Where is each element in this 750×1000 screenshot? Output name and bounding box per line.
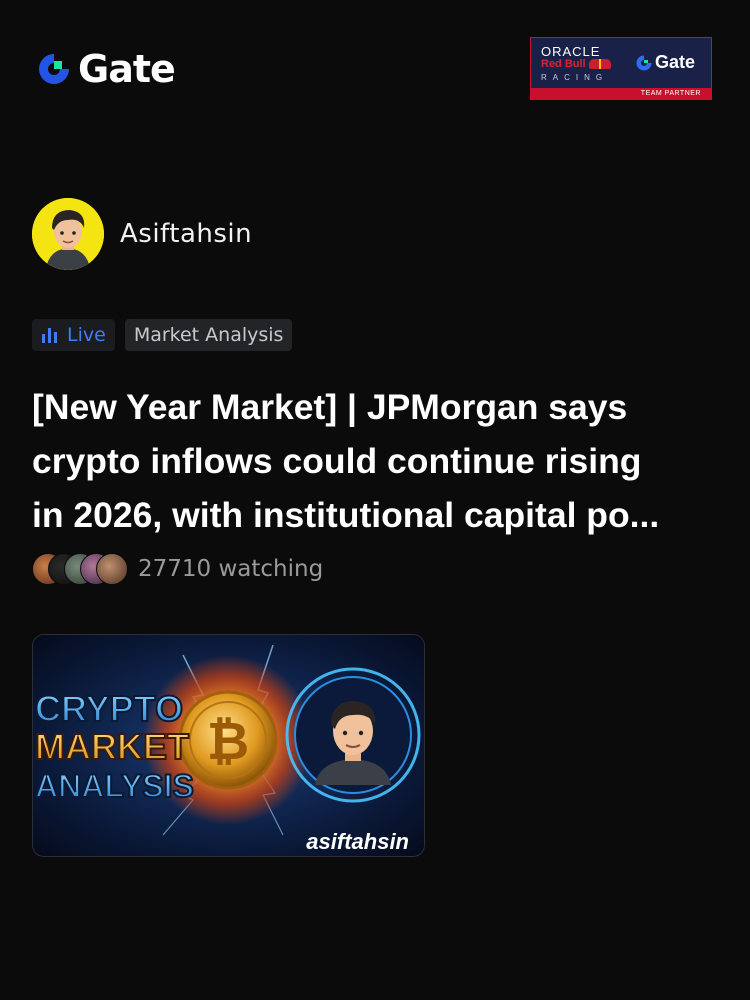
live-bars-icon (42, 328, 57, 343)
post-tags: Live Market Analysis (32, 319, 293, 351)
author-name[interactable]: Asiftahsin (120, 219, 252, 249)
thumb-handle: asiftahsin (306, 829, 409, 854)
live-label: Live (67, 324, 106, 346)
author-row[interactable]: Asiftahsin (32, 198, 252, 270)
headline-line: crypto inflows could continue rising (32, 441, 642, 481)
redbull-icon (588, 59, 611, 69)
gate-logo[interactable]: Gate (36, 47, 176, 91)
viewer-avatar (96, 553, 128, 585)
author-avatar[interactable] (32, 198, 104, 270)
thumb-title-line: MARKET (35, 726, 189, 767)
thumb-title-line: CRYPTO (35, 688, 183, 729)
viewer-avatar-stack (32, 553, 128, 585)
category-tag[interactable]: Market Analysis (124, 319, 293, 351)
stream-thumbnail[interactable]: ₿ CRYPTO MARKET ANALYSIS asiftahsin (32, 634, 425, 857)
thumb-title-line: ANALYSIS (35, 768, 194, 804)
watching-count: 27710 watching (138, 556, 324, 582)
partner-racing-text: RACING (541, 73, 609, 82)
partner-gate-text: Gate (655, 52, 696, 72)
team-partner-badge[interactable]: ORACLE Red Bull RACING Gate TEAM PARTNER (530, 37, 712, 100)
gate-logo-icon (36, 51, 72, 87)
brand-name: Gate (78, 47, 176, 91)
headline-line: [New Year Market] | JPMorgan says (32, 387, 628, 427)
watching-row: 27710 watching (32, 553, 323, 585)
gate-small-icon (636, 55, 652, 70)
partner-gate-logo: Gate (635, 52, 695, 73)
partner-footer: TEAM PARTNER (531, 88, 711, 99)
redbull-label: Red Bull (541, 58, 586, 70)
coin-symbol: ₿ (207, 712, 249, 772)
live-tag[interactable]: Live (32, 319, 115, 351)
post-headline[interactable]: [New Year Market] | JPMorgan says crypto… (32, 380, 722, 542)
partner-oracle-text: ORACLE (541, 44, 601, 59)
partner-redbull-text: Red Bull (541, 58, 611, 70)
headline-line: in 2026, with institutional capital po..… (32, 495, 660, 535)
